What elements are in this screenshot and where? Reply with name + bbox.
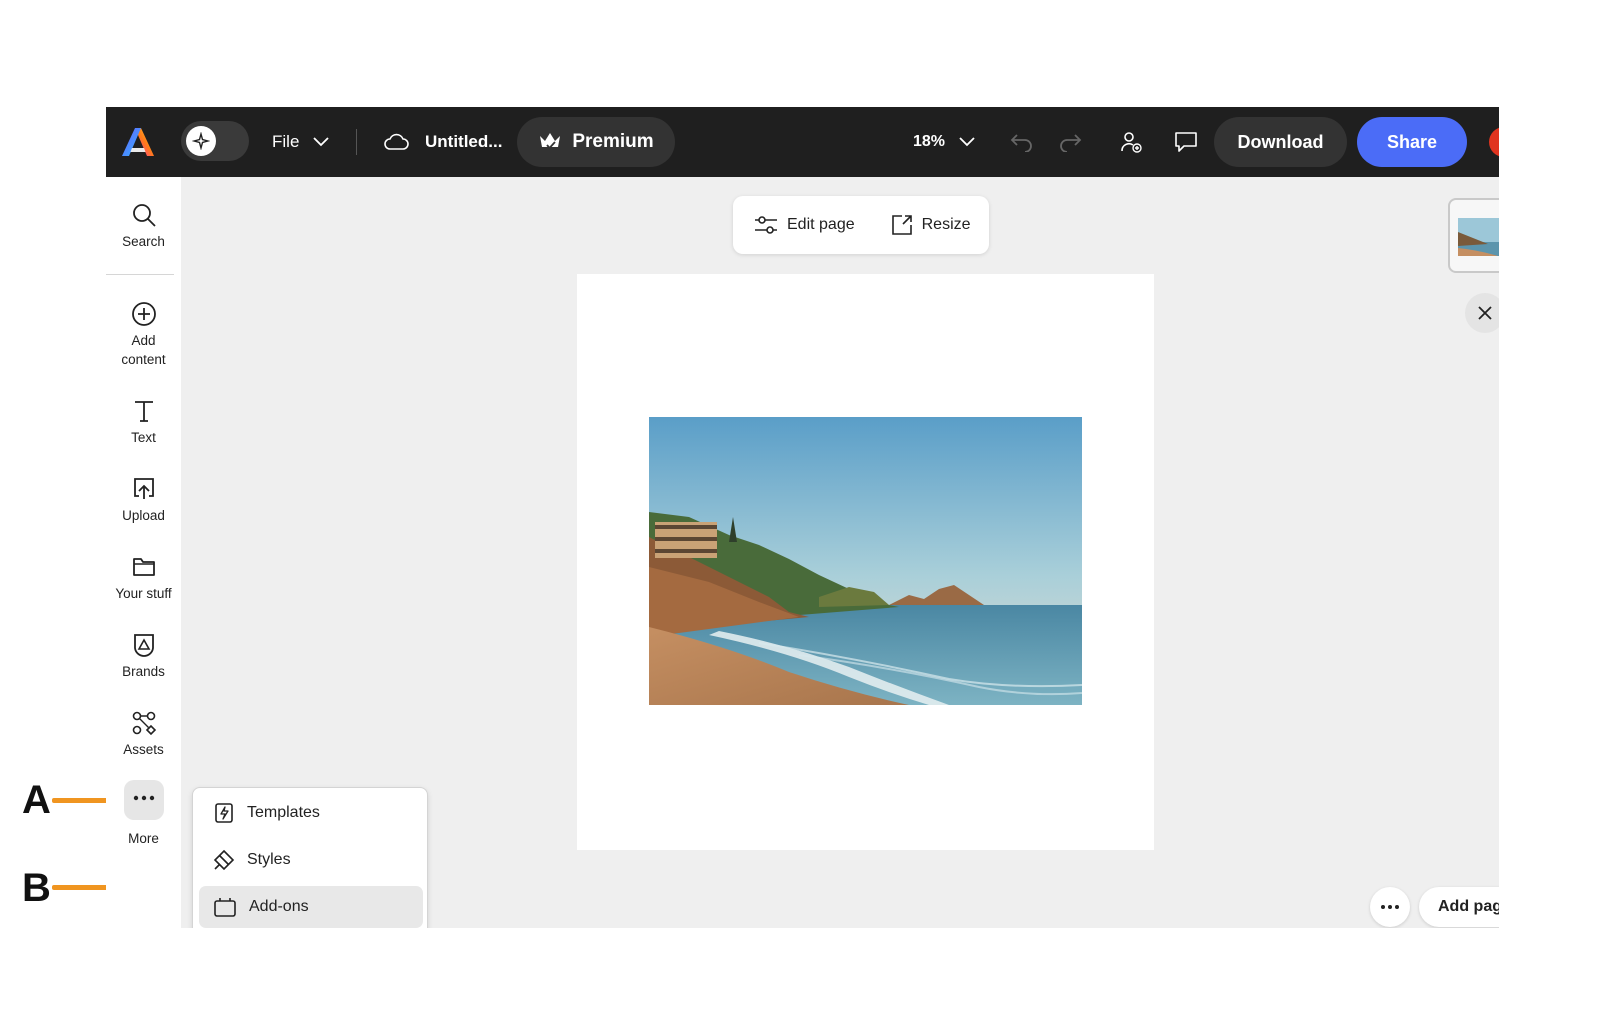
add-page-button[interactable]: Add page [1419,887,1499,927]
document-title[interactable]: Untitled... [383,127,502,157]
text-icon [134,401,153,422]
magic-sparkle-icon [186,126,216,156]
resize-label: Resize [921,216,971,233]
page-toolbar: Edit page Resize [733,196,989,254]
rail-item-upload[interactable]: Upload [106,476,181,525]
rail-item-add-content[interactable]: Add content [106,301,181,369]
page-thumbnail-image [1458,218,1499,256]
add-person-icon [1121,132,1142,153]
more-icon [133,795,154,801]
share-button[interactable]: Share [1357,117,1467,167]
app-logo-icon [122,128,154,156]
plus-circle-icon [131,302,156,326]
cloud-icon [384,133,409,150]
templates-icon [215,803,233,823]
upload-icon [133,478,154,499]
rail-item-label: Add content [121,333,166,367]
invite-button[interactable] [1116,127,1146,157]
rail-item-label: Upload [122,508,165,523]
beach-photo[interactable] [649,417,1082,705]
zoom-dropdown[interactable]: 18% [913,129,975,155]
file-menu-label: File [272,132,300,151]
callout-letter-a: A [22,778,51,822]
assets-icon [132,711,156,736]
rail-item-label: Text [131,430,156,445]
edit-page-button[interactable]: Edit page [754,215,855,235]
comment-button[interactable] [1171,127,1201,157]
premium-label: Premium [572,131,654,152]
addons-icon [214,898,236,917]
rail-item-assets[interactable]: Assets [106,710,181,759]
rail-item-search[interactable]: Search [106,202,181,251]
redo-button[interactable] [1056,127,1084,157]
chevron-down-icon [313,137,330,147]
zoom-value: 18% [913,133,946,150]
styles-icon [213,849,235,871]
avatar[interactable] [1489,127,1499,157]
download-button[interactable]: Download [1214,117,1347,167]
callout-line-a [52,798,114,803]
more-icon [1381,905,1399,909]
rail-item-brands[interactable]: Brands [106,632,181,681]
mode-toggle[interactable] [181,121,249,161]
rail-item-label: Your stuff [115,586,172,601]
page-options-button[interactable] [1370,887,1410,927]
rail-divider [106,274,174,275]
more-button[interactable] [123,780,164,820]
file-menu[interactable]: File [272,129,330,155]
menu-item-styles[interactable]: Styles [199,839,423,881]
menu-item-label: Add-ons [249,898,309,915]
folder-icon [132,558,155,576]
callout-letter-b: B [22,866,51,910]
edit-page-label: Edit page [787,216,855,233]
redo-icon [1060,134,1082,152]
close-button[interactable] [1465,293,1499,333]
rail-item-your-stuff[interactable]: Your stuff [106,554,181,603]
left-rail: Search Add content Text Upload Your stuf… [106,177,181,928]
crown-icon [540,133,561,150]
resize-icon [891,215,912,235]
premium-button[interactable]: Premium [517,117,675,167]
comment-icon [1175,132,1197,152]
sliders-icon [755,216,777,234]
close-icon [1478,306,1492,320]
rail-item-label: Brands [122,664,165,679]
rail-item-label: More [128,831,159,846]
top-bar: File Untitled... Premium 18% Download Sh… [106,107,1499,177]
more-menu: Templates Styles Add-ons [192,787,428,928]
brand-icon [133,634,154,657]
menu-item-label: Styles [247,851,291,868]
undo-button[interactable] [1008,127,1036,157]
rail-item-label: Search [122,234,165,249]
express-editor: File Untitled... Premium 18% Download Sh… [106,107,1499,928]
document-title-text: Untitled... [425,132,503,151]
canvas-page[interactable] [577,274,1154,850]
resize-button[interactable]: Resize [891,214,971,236]
app-logo[interactable] [120,124,156,160]
rail-item-label: Assets [123,742,164,757]
menu-item-add-ons[interactable]: Add-ons [199,886,423,928]
chevron-down-icon [959,137,975,147]
search-icon [132,204,156,227]
rail-item-text[interactable]: Text [106,398,181,447]
undo-icon [1010,134,1032,152]
beach-photo-image [649,417,1082,705]
rail-item-more[interactable]: More [106,780,181,848]
page-thumbnail[interactable] [1448,198,1499,273]
menu-item-label: Templates [247,804,320,821]
menu-item-templates[interactable]: Templates [199,792,423,834]
topbar-divider [356,129,357,155]
